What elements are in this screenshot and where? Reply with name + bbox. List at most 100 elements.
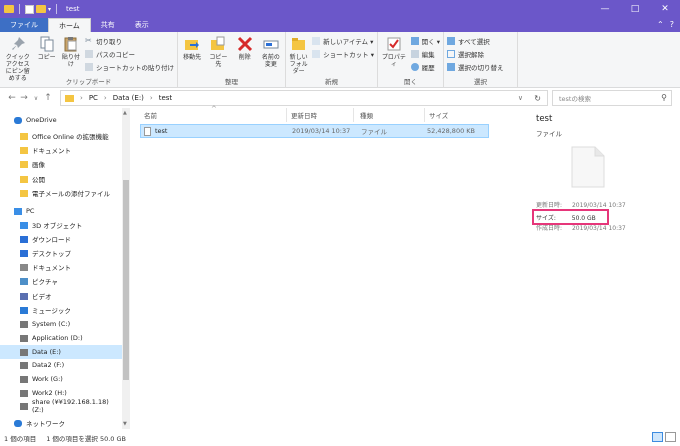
sidebar-item[interactable]: 公開	[0, 172, 122, 186]
navigation-scrollbar[interactable]: ▲ ▼	[122, 108, 130, 429]
breadcrumb-pc[interactable]: PC	[89, 94, 98, 102]
sidebar-item[interactable]: 画像	[0, 157, 122, 171]
sidebar-item-label: 公開	[32, 176, 45, 184]
column-divider[interactable]	[286, 108, 287, 122]
sidebar-item[interactable]: Data2 (F:)	[0, 358, 122, 372]
search-input[interactable]: testの検索 ⚲	[552, 90, 672, 106]
sidebar-item[interactable]: Application (D:)	[0, 331, 122, 345]
sidebar-item[interactable]: PC	[0, 204, 122, 218]
tab-home[interactable]: ホーム	[48, 18, 91, 32]
move-to-label: 移動先	[183, 54, 202, 61]
breadcrumb-drive[interactable]: Data (E:)	[113, 94, 144, 102]
recent-locations-chevron-icon[interactable]: ∨	[30, 95, 42, 102]
file-list: 名前 ^ 更新日時 種類 サイズ test 2019/03/14 10:37 フ…	[131, 105, 523, 429]
sidebar-item[interactable]: ドキュメント	[0, 260, 122, 274]
sidebar-item-label: Work (G:)	[32, 375, 63, 383]
sidebar-item-label: PC	[26, 207, 35, 215]
sidebar-item[interactable]: Data (E:)	[0, 345, 122, 359]
open-button[interactable]: 開く ▾	[410, 36, 440, 46]
minimize-button[interactable]: —	[590, 0, 620, 18]
column-header-type[interactable]: 種類	[360, 108, 373, 122]
history-button[interactable]: 履歴	[410, 62, 440, 72]
select-all-button[interactable]: すべて選択	[447, 36, 504, 46]
ribbon: クイック アクセス にピン留めする コピー 貼り付け ✂ 切り取り パスのコピー…	[0, 32, 680, 88]
select-none-button[interactable]: 選択解除	[447, 49, 504, 59]
edit-icon	[410, 50, 419, 58]
sidebar-item[interactable]: Office Online の拡張機能	[0, 129, 122, 143]
sidebar-item[interactable]: 3D オブジェクト	[0, 218, 122, 232]
back-arrow-icon[interactable]: ←	[6, 93, 18, 103]
sidebar-item-label: 画像	[32, 161, 45, 169]
invert-selection-button[interactable]: 選択の切り替え	[447, 62, 504, 72]
network-icon	[14, 419, 22, 427]
properties-quick-icon[interactable]	[25, 4, 34, 14]
cut-label: 切り取り	[96, 38, 122, 46]
copy-path-label: パスのコピー	[96, 51, 135, 59]
cut-button[interactable]: ✂ 切り取り	[85, 36, 174, 47]
drive-icon	[20, 348, 28, 356]
drive-icon	[20, 375, 28, 383]
sidebar-item[interactable]: System (C:)	[0, 317, 122, 331]
paste-icon	[64, 37, 77, 52]
move-folder-icon	[185, 40, 200, 50]
document-icon	[20, 263, 28, 271]
column-header-name[interactable]: 名前	[144, 108, 157, 122]
tab-file[interactable]: ファイル	[0, 18, 48, 32]
sidebar-item[interactable]: ミュージック	[0, 303, 122, 317]
drive-icon	[20, 320, 28, 328]
sidebar-item[interactable]: ドキュメント	[0, 143, 122, 157]
properties-label: プロパティ	[381, 54, 406, 68]
sidebar-item[interactable]: ダウンロード	[0, 232, 122, 246]
sidebar-item[interactable]: デスクトップ	[0, 246, 122, 260]
column-header-size[interactable]: サイズ	[429, 108, 448, 122]
new-folder-label: 新しい フォルダー	[289, 54, 308, 75]
customize-quick-access-icon[interactable]: ▾	[48, 6, 51, 13]
group-organize: 移動先 コピー先 削除 名前の 変更 整理	[178, 32, 286, 88]
column-divider[interactable]	[424, 108, 425, 122]
refresh-icon[interactable]: ↻	[534, 94, 541, 103]
shortcut-button[interactable]: ショートカット ▾	[312, 49, 374, 59]
details-pane: test ファイル 更新日時: 2019/03/14 10:37 サイズ: 50…	[525, 108, 680, 429]
shortcut-icon	[312, 50, 321, 58]
details-view-button[interactable]	[652, 432, 663, 442]
breadcrumb-folder[interactable]: test	[159, 94, 172, 102]
edit-button[interactable]: 編集	[410, 49, 440, 59]
copy-path-button[interactable]: パスのコピー	[85, 49, 174, 59]
sidebar-item[interactable]: 電子メールの添付ファイル	[0, 186, 122, 200]
tab-view[interactable]: 表示	[125, 18, 159, 32]
address-dropdown-icon[interactable]: ∨	[518, 94, 523, 102]
column-header-date[interactable]: 更新日時	[291, 108, 317, 122]
breadcrumb-separator-icon: ›	[80, 94, 83, 102]
paste-shortcut-button[interactable]: ショートカットの貼り付け	[85, 62, 174, 72]
up-arrow-icon[interactable]: ↑	[42, 93, 54, 103]
new-item-button[interactable]: 新しいアイテム ▾	[312, 36, 374, 46]
sidebar-item[interactable]: share (¥¥192.168.1.18) (Z:)	[0, 398, 122, 414]
new-folder-quick-icon[interactable]	[36, 5, 46, 13]
close-button[interactable]: ✕	[650, 0, 680, 18]
column-divider[interactable]	[353, 108, 354, 122]
sidebar-item[interactable]: OneDrive	[0, 113, 122, 127]
address-box[interactable]: › PC › Data (E:) › test ∨ ↻	[60, 90, 548, 106]
sidebar-item[interactable]: Work (G:)	[0, 372, 122, 386]
sidebar-item[interactable]: ピクチャ	[0, 274, 122, 288]
new-folder-icon	[291, 38, 305, 50]
scroll-down-icon[interactable]: ▼	[123, 421, 127, 427]
invert-selection-icon	[447, 63, 455, 71]
scrollbar-thumb[interactable]	[123, 180, 129, 380]
file-row[interactable]: test 2019/03/14 10:37 ファイル 52,428,800 KB	[140, 124, 489, 138]
collapse-ribbon-icon[interactable]: ⌃	[657, 20, 664, 29]
group-label-organize: 整理	[225, 78, 238, 86]
maximize-button[interactable]: □	[620, 0, 650, 18]
sidebar-item-label: OneDrive	[26, 116, 57, 124]
forward-arrow-icon[interactable]: →	[18, 93, 30, 103]
breadcrumb-separator-icon: ›	[149, 94, 153, 102]
large-icons-view-button[interactable]	[665, 432, 676, 442]
divider	[19, 4, 20, 14]
properties-check-icon	[387, 37, 401, 51]
tab-share[interactable]: 共有	[91, 18, 125, 32]
scroll-up-icon[interactable]: ▲	[123, 110, 127, 116]
help-icon[interactable]: ?	[670, 20, 674, 29]
folder-icon	[20, 160, 28, 168]
shortcut-label: ショートカット ▾	[323, 51, 374, 59]
sidebar-item[interactable]: ビデオ	[0, 289, 122, 303]
